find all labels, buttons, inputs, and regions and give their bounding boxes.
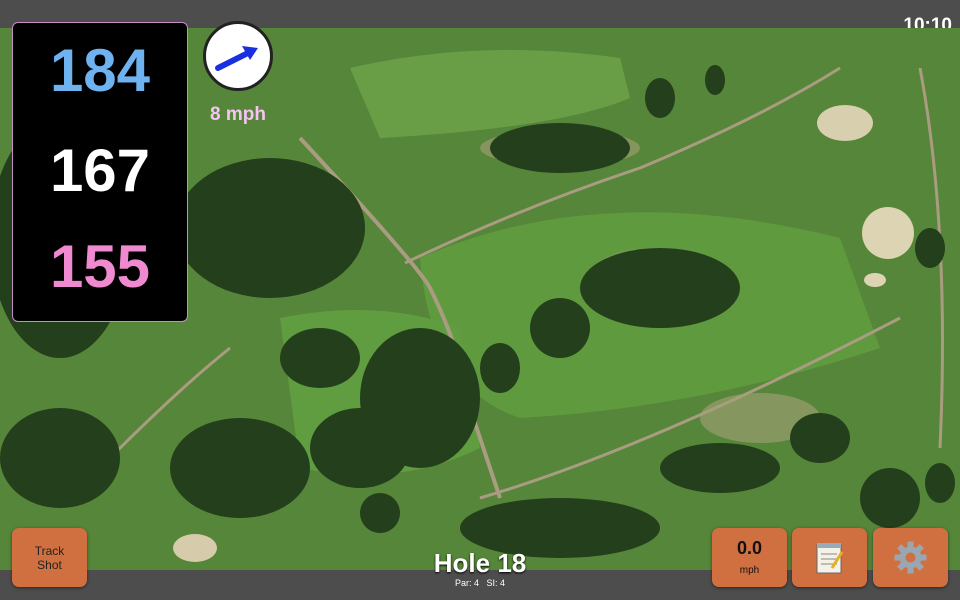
notes-button[interactable] (792, 528, 867, 587)
wind-speed-label: 8 mph (210, 104, 266, 125)
hole-title: Hole 18 (433, 548, 527, 578)
hole-info: Par: 4 SI: 4 (380, 578, 580, 588)
hole-stroke-index: SI: 4 (486, 578, 506, 588)
track-shot-label-line1: Track (34, 544, 65, 558)
notepad-icon (816, 543, 844, 574)
back-yardage: 184 (49, 37, 151, 104)
yardage-panel: 184 167 155 (12, 22, 188, 322)
speed-unit: mph (739, 565, 760, 576)
track-shot-label-line2: Shot (37, 558, 62, 572)
front-yardage: 155 (49, 233, 151, 300)
arrow-right-up-icon (215, 46, 258, 71)
settings-button[interactable] (873, 528, 948, 587)
gear-icon (894, 541, 927, 574)
middle-yardage: 167 (49, 137, 151, 204)
speed-value: 0.0 (736, 538, 763, 558)
speed-button[interactable]: 0.0 mph (712, 528, 787, 587)
hole-par: Par: 4 (454, 578, 479, 588)
track-shot-button[interactable]: Track Shot (12, 528, 87, 587)
wind-direction-indicator (203, 21, 273, 91)
